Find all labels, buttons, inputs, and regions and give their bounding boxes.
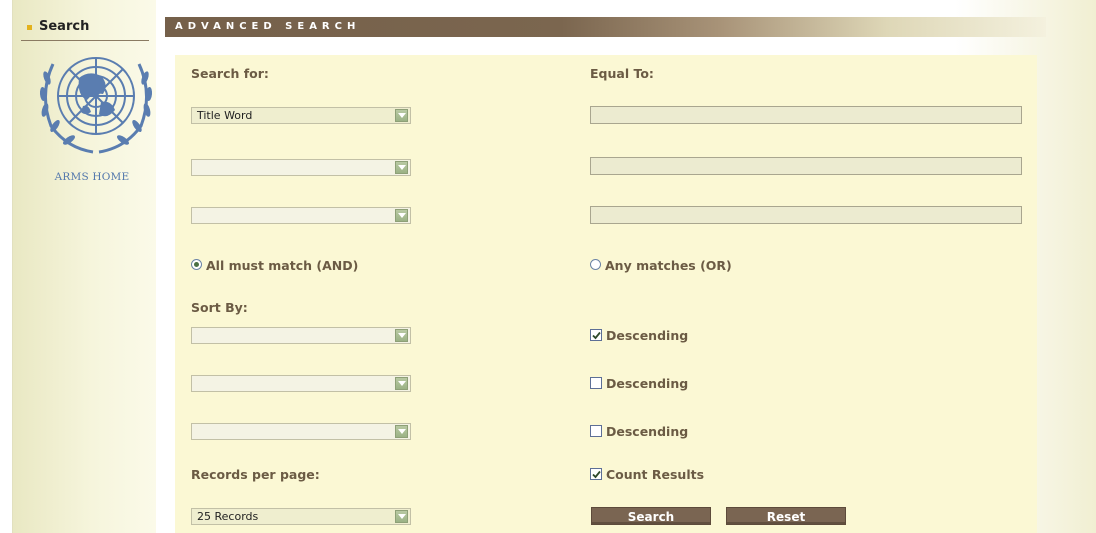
checkbox-label: Descending — [606, 424, 689, 439]
sidebar-tab-label: Search — [39, 19, 90, 34]
search-button[interactable]: Search — [591, 507, 711, 525]
search-field-select-1[interactable]: Title Word — [191, 107, 411, 124]
radio-unselected-icon[interactable] — [590, 259, 601, 270]
chevron-down-icon[interactable] — [395, 425, 408, 438]
equal-to-input-1[interactable] — [590, 106, 1022, 124]
records-per-page-label: Records per page: — [191, 467, 320, 482]
checkbox-label: Descending — [606, 376, 689, 391]
search-panel — [175, 55, 1037, 533]
chevron-down-icon[interactable] — [395, 161, 408, 174]
checkbox-label: Descending — [606, 328, 689, 343]
select-value: 25 Records — [197, 510, 259, 523]
checkbox-unchecked-icon[interactable] — [590, 377, 602, 389]
equal-to-label: Equal To: — [590, 66, 654, 81]
chevron-down-icon[interactable] — [395, 109, 408, 122]
equal-to-input-3[interactable] — [590, 206, 1022, 224]
section-header: ADVANCED SEARCH — [165, 17, 1046, 37]
chevron-down-icon[interactable] — [395, 329, 408, 342]
sort-field-select-2[interactable] — [191, 375, 411, 392]
search-for-label: Search for: — [191, 66, 269, 81]
radio-label: Any matches (OR) — [605, 258, 732, 273]
records-per-page-select[interactable]: 25 Records — [191, 508, 411, 525]
chevron-down-icon[interactable] — [395, 510, 408, 523]
search-field-select-2[interactable] — [191, 159, 411, 176]
bullet-icon — [27, 25, 32, 30]
checkbox-checked-icon[interactable] — [590, 468, 602, 480]
arms-home-link[interactable]: ARMS HOME — [37, 171, 147, 183]
search-field-select-3[interactable] — [191, 207, 411, 224]
checkbox-unchecked-icon[interactable] — [590, 425, 602, 437]
chevron-down-icon[interactable] — [395, 209, 408, 222]
radio-selected-icon[interactable] — [191, 259, 202, 270]
sort-field-select-3[interactable] — [191, 423, 411, 440]
reset-button[interactable]: Reset — [726, 507, 846, 525]
sort-field-select-1[interactable] — [191, 327, 411, 344]
radio-label: All must match (AND) — [206, 258, 359, 273]
sidebar-tab-search[interactable]: Search — [21, 16, 149, 41]
checkbox-label: Count Results — [606, 467, 705, 482]
un-emblem-icon[interactable] — [31, 44, 161, 162]
equal-to-input-2[interactable] — [590, 157, 1022, 175]
sidebar: Search ARMS HOME — [12, 0, 157, 533]
select-value: Title Word — [197, 109, 253, 122]
section-title: ADVANCED SEARCH — [175, 21, 361, 32]
sort-by-label: Sort By: — [191, 300, 248, 315]
checkbox-checked-icon[interactable] — [590, 329, 602, 341]
chevron-down-icon[interactable] — [395, 377, 408, 390]
